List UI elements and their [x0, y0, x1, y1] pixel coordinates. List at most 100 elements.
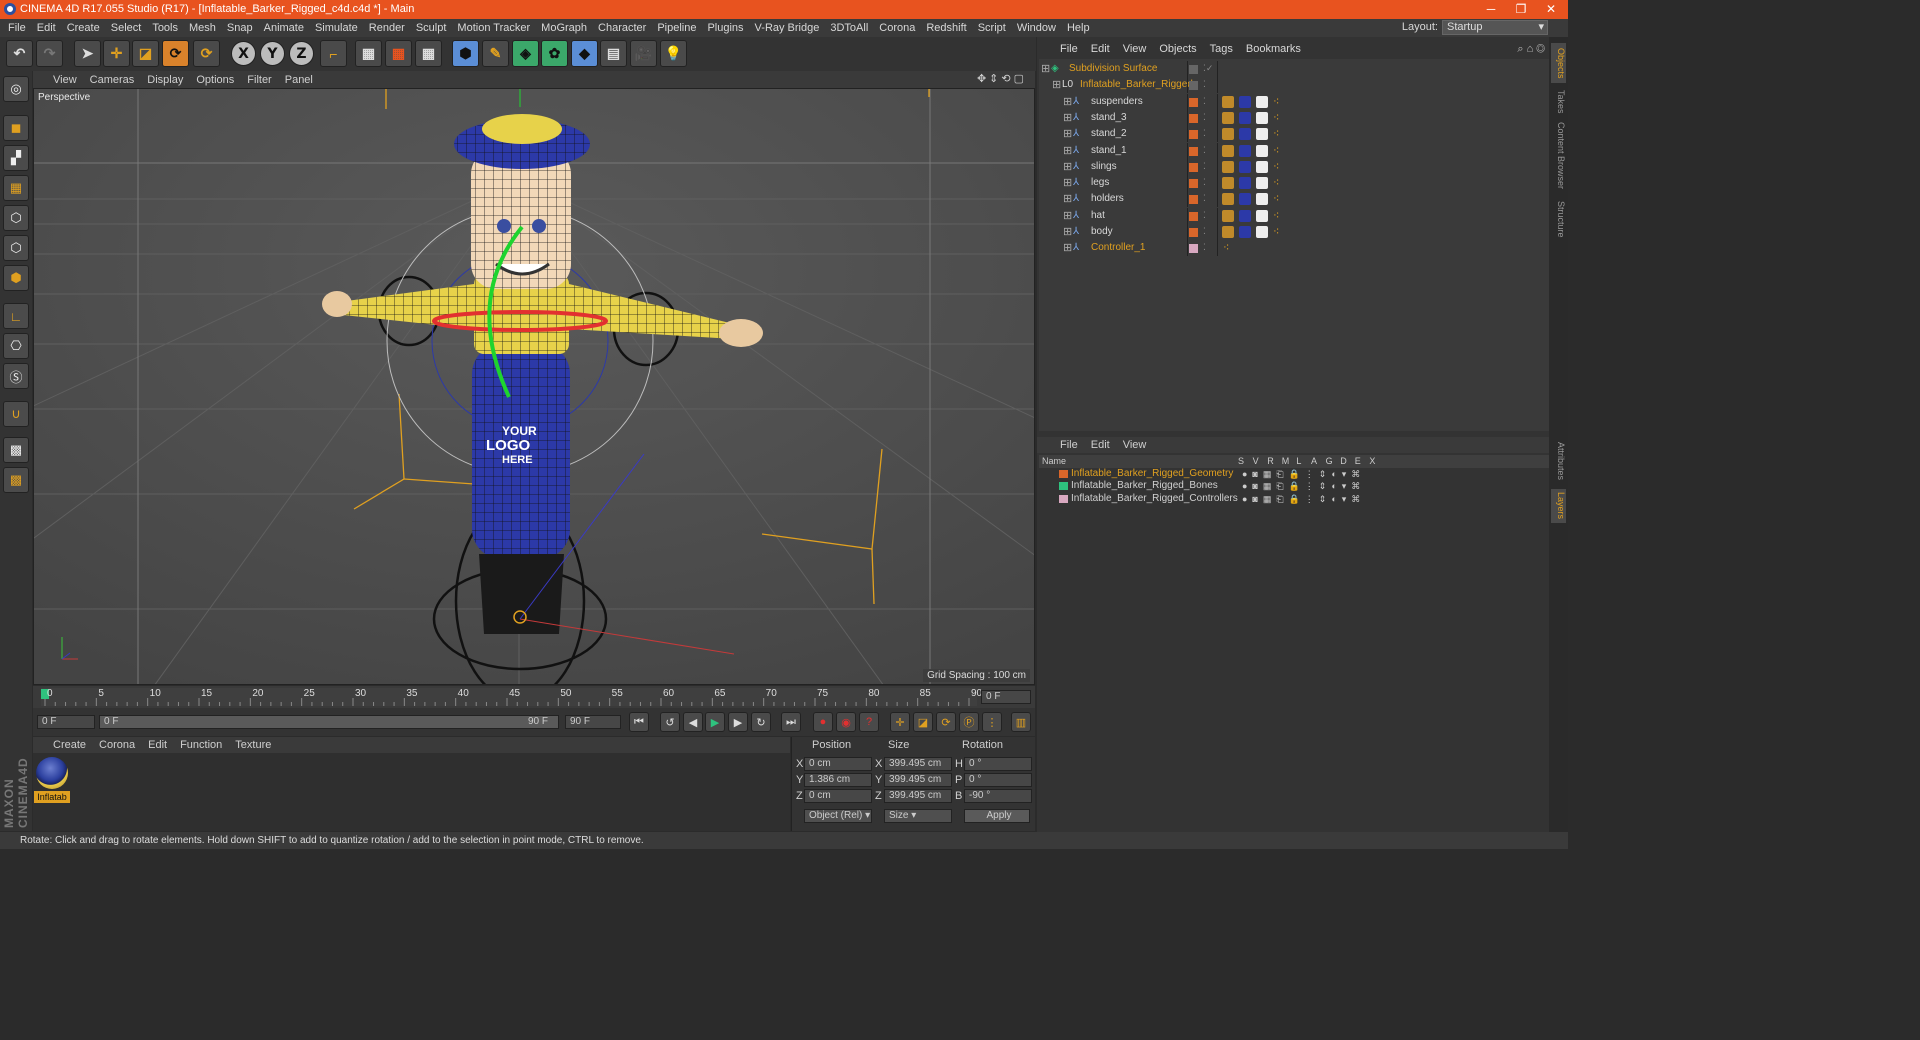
expand-icon[interactable]: ⊞ — [1063, 175, 1072, 191]
uvw-tag-icon[interactable] — [1256, 111, 1268, 124]
render-settings-icon[interactable]: ▦ — [415, 40, 442, 67]
layer-color-swatch[interactable] — [1189, 113, 1198, 123]
edges-mode-icon[interactable]: ⬡ — [3, 235, 29, 261]
material-menu-create[interactable]: Create — [53, 739, 86, 751]
menu-plugins[interactable]: Plugins — [707, 22, 743, 34]
layer-color-swatch[interactable] — [1189, 162, 1198, 172]
autokey-icon[interactable]: ◉ — [836, 712, 856, 732]
layer-column-l[interactable]: L — [1296, 455, 1301, 468]
layer-toggle-icons[interactable]: ●◙▦⎗🔒⋮⇕◐▾⌘ — [1242, 480, 1365, 492]
layout-select[interactable]: Startup ▾ — [1442, 20, 1548, 35]
expand-icon[interactable]: ⊞ — [1063, 143, 1072, 159]
layer-toggle-icons[interactable]: ●◙▦⎗🔒⋮⇕◐▾⌘ — [1242, 493, 1365, 505]
coordinate-mode-select[interactable]: Object (Rel) ▾ — [804, 809, 872, 823]
layers-menu-file[interactable]: File — [1060, 439, 1078, 451]
objects-menu-view[interactable]: View — [1123, 43, 1147, 55]
texture-tag-icon[interactable] — [1239, 160, 1251, 173]
size-y-field[interactable]: 399.495 cm — [884, 773, 952, 787]
object-row[interactable]: ⅄ ⊞ stand_1 ⁚ ⁖ — [1039, 142, 1549, 159]
deformer-icon[interactable]: ◆ — [571, 40, 598, 67]
texture-tag-icon[interactable] — [1239, 128, 1251, 141]
uvw-tag-icon[interactable] — [1256, 209, 1268, 222]
object-name[interactable]: stand_1 — [1091, 143, 1127, 159]
object-name[interactable]: suspenders — [1091, 94, 1143, 110]
ik-tag-icon[interactable]: ⁖ — [1273, 208, 1279, 224]
material-menu-edit[interactable]: Edit — [148, 739, 167, 751]
menu-simulate[interactable]: Simulate — [315, 22, 358, 34]
layer-column-m[interactable]: M — [1282, 455, 1290, 468]
visibility-dots-icon[interactable]: ⁚ — [1203, 174, 1206, 190]
menu-mesh[interactable]: Mesh — [189, 22, 216, 34]
ik-tag-icon[interactable]: ⁖ — [1273, 94, 1279, 110]
pen-spline-icon[interactable]: ✎ — [482, 40, 509, 67]
timeline-window-icon[interactable]: ▥ — [1011, 712, 1031, 732]
expand-icon[interactable]: ⊞ — [1063, 126, 1072, 142]
viewport-menu-cameras[interactable]: Cameras — [90, 74, 135, 86]
render-view-icon[interactable]: ▦ — [355, 40, 382, 67]
menu-3dtoall[interactable]: 3DToAll — [830, 22, 868, 34]
object-row[interactable]: ⅄ ⊞ hat ⁚ ⁖ — [1039, 207, 1549, 224]
go-to-end-icon[interactable]: ⏭ — [781, 712, 801, 732]
ik-tag-icon[interactable]: ⁖ — [1273, 175, 1279, 191]
menu-create[interactable]: Create — [67, 22, 100, 34]
layer-name[interactable]: Inflatable_Barker_Rigged_Bones — [1071, 480, 1218, 492]
object-name[interactable]: Inflatable_Barker_Rigged — [1080, 77, 1193, 93]
menu-window[interactable]: Window — [1017, 22, 1056, 34]
rot-b-field[interactable]: -90 ° — [964, 789, 1032, 803]
viewport-menu-display[interactable]: Display — [147, 74, 183, 86]
key-rotation-icon[interactable]: ⟳ — [936, 712, 956, 732]
uvw-tag-icon[interactable] — [1256, 95, 1268, 108]
object-name[interactable]: holders — [1091, 191, 1124, 207]
object-name[interactable]: body — [1091, 224, 1113, 240]
uvw-tag-icon[interactable] — [1256, 160, 1268, 173]
menu-snap[interactable]: Snap — [227, 22, 253, 34]
render-picture-viewer-icon[interactable]: ▦ — [385, 40, 412, 67]
menu-redshift[interactable]: Redshift — [926, 22, 966, 34]
viewport-nav-icons[interactable]: ✥⇕⟲▢ — [977, 72, 1027, 85]
undo-icon[interactable]: ↶ — [6, 40, 33, 67]
layer-color-swatch[interactable] — [1189, 179, 1198, 189]
ik-tag-icon[interactable]: ⁖ — [1273, 224, 1279, 240]
layer-color-swatch[interactable] — [1189, 65, 1198, 74]
menu-character[interactable]: Character — [598, 22, 646, 34]
menu-help[interactable]: Help — [1067, 22, 1090, 34]
weight-tag-icon[interactable] — [1222, 144, 1234, 157]
play-forward-icon[interactable]: ▶ — [705, 712, 725, 732]
object-row[interactable]: ⅄ ⊞ stand_2 ⁚ ⁖ — [1039, 126, 1549, 143]
move-icon[interactable]: ✛ — [103, 40, 130, 67]
key-scale-icon[interactable]: ◪ — [913, 712, 933, 732]
tab-content-browser[interactable]: Content Browser — [1551, 121, 1566, 191]
menu-animate[interactable]: Animate — [264, 22, 304, 34]
texture-tag-icon[interactable] — [1239, 177, 1251, 190]
size-z-field[interactable]: 399.495 cm — [884, 789, 952, 803]
objects-menu-bookmarks[interactable]: Bookmarks — [1246, 43, 1301, 55]
pos-x-field[interactable]: 0 cm — [804, 757, 872, 771]
key-point-level-icon[interactable]: ⋮ — [982, 712, 1002, 732]
ik-tag-icon[interactable]: ⁖ — [1223, 240, 1229, 256]
uvw-tag-icon[interactable] — [1256, 128, 1268, 141]
object-name[interactable]: hat — [1091, 208, 1105, 224]
layer-color-swatch[interactable] — [1059, 470, 1068, 478]
go-to-start-icon[interactable]: ⏮ — [629, 712, 649, 732]
y-axis-lock-button[interactable]: Y — [260, 41, 285, 66]
expand-icon[interactable]: ⊞ — [1063, 159, 1072, 175]
layer-toggle-icons[interactable]: ●◙▦⎗🔒⋮⇕◐▾⌘ — [1242, 468, 1365, 480]
object-manager-search-icon[interactable]: ⌕ ⌂ ◎ — [1517, 43, 1545, 56]
menu-pipeline[interactable]: Pipeline — [657, 22, 696, 34]
snap-icon[interactable]: Ⓢ — [3, 363, 29, 389]
rot-p-field[interactable]: 0 ° — [964, 773, 1032, 787]
key-position-icon[interactable]: ✛ — [890, 712, 910, 732]
object-name[interactable]: Subdivision Surface — [1069, 61, 1157, 77]
texture-tag-icon[interactable] — [1239, 95, 1251, 108]
layer-column-r[interactable]: R — [1267, 455, 1274, 468]
material-preview-ball[interactable] — [36, 757, 68, 789]
texture-tag-icon[interactable] — [1239, 144, 1251, 157]
previous-keyframe-icon[interactable]: ↺ — [660, 712, 680, 732]
menu-script[interactable]: Script — [978, 22, 1006, 34]
end-frame-field[interactable]: 90 F — [565, 715, 621, 729]
menu-sculpt[interactable]: Sculpt — [416, 22, 447, 34]
texture-tag-icon[interactable] — [1239, 193, 1251, 206]
object-row[interactable]: ◈ ⊞ Subdivision Surface ⁚✓ — [1039, 61, 1549, 77]
points-mode-icon[interactable]: ⬡ — [3, 205, 29, 231]
tab-structure[interactable]: Structure — [1551, 197, 1566, 241]
